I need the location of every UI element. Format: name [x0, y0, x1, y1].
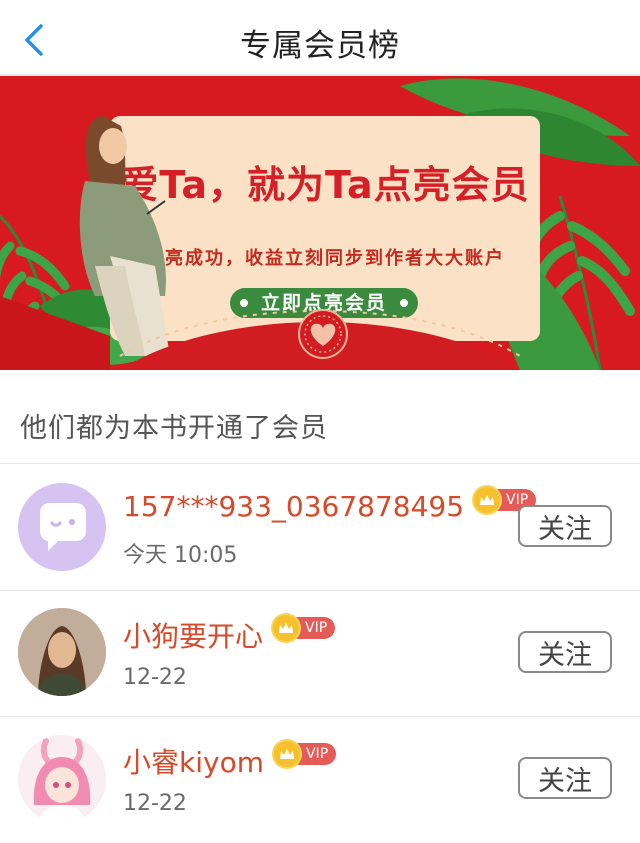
member-date: 今天 10:05 — [123, 543, 238, 568]
user-photo-icon — [18, 608, 106, 696]
crown-icon — [472, 484, 503, 515]
section-title: 他们都为本书开通了会员 — [20, 413, 328, 444]
member-name-line: 157***933_0367878495 VIP — [123, 484, 537, 523]
member-name[interactable]: 小狗要开心 — [123, 615, 263, 655]
member-row[interactable]: 小睿kiyom VIP 12-22 关注 — [0, 717, 640, 843]
member-row[interactable]: 157***933_0367878495 VIP 今天 10:05 关注 — [0, 464, 640, 590]
member-name[interactable]: 小睿kiyom — [123, 741, 264, 781]
follow-button[interactable]: 关注 — [518, 757, 612, 799]
follow-button[interactable]: 关注 — [518, 631, 612, 673]
vip-badge: VIP — [271, 739, 337, 769]
member-row[interactable]: 小狗要开心 VIP 12-22 关注 — [0, 591, 640, 717]
member-date: 12-22 — [123, 791, 187, 816]
member-date: 12-22 — [123, 665, 187, 690]
follow-button[interactable]: 关注 — [518, 505, 612, 547]
crown-icon — [271, 613, 302, 643]
member-name[interactable]: 157***933_0367878495 — [123, 490, 464, 523]
anime-character-icon — [18, 735, 106, 823]
member-name-line: 小睿kiyom VIP — [123, 739, 337, 781]
avatar[interactable] — [18, 608, 106, 696]
chat-bubble-icon — [40, 503, 86, 551]
avatar[interactable] — [18, 483, 106, 571]
avatar[interactable] — [18, 735, 106, 823]
envelope-flap-icon — [0, 296, 521, 370]
vip-badge: VIP — [271, 613, 336, 643]
page-title: 专属会员榜 — [240, 28, 400, 64]
promo-banner[interactable]: 爱Ta，就为Ta点亮会员 点亮成功，收益立刻同步到作者大大账户 立即点亮会员 — [0, 76, 640, 370]
top-bar: 专属会员榜 — [0, 0, 640, 76]
member-name-line: 小狗要开心 VIP — [123, 613, 336, 655]
crown-icon — [271, 739, 302, 769]
